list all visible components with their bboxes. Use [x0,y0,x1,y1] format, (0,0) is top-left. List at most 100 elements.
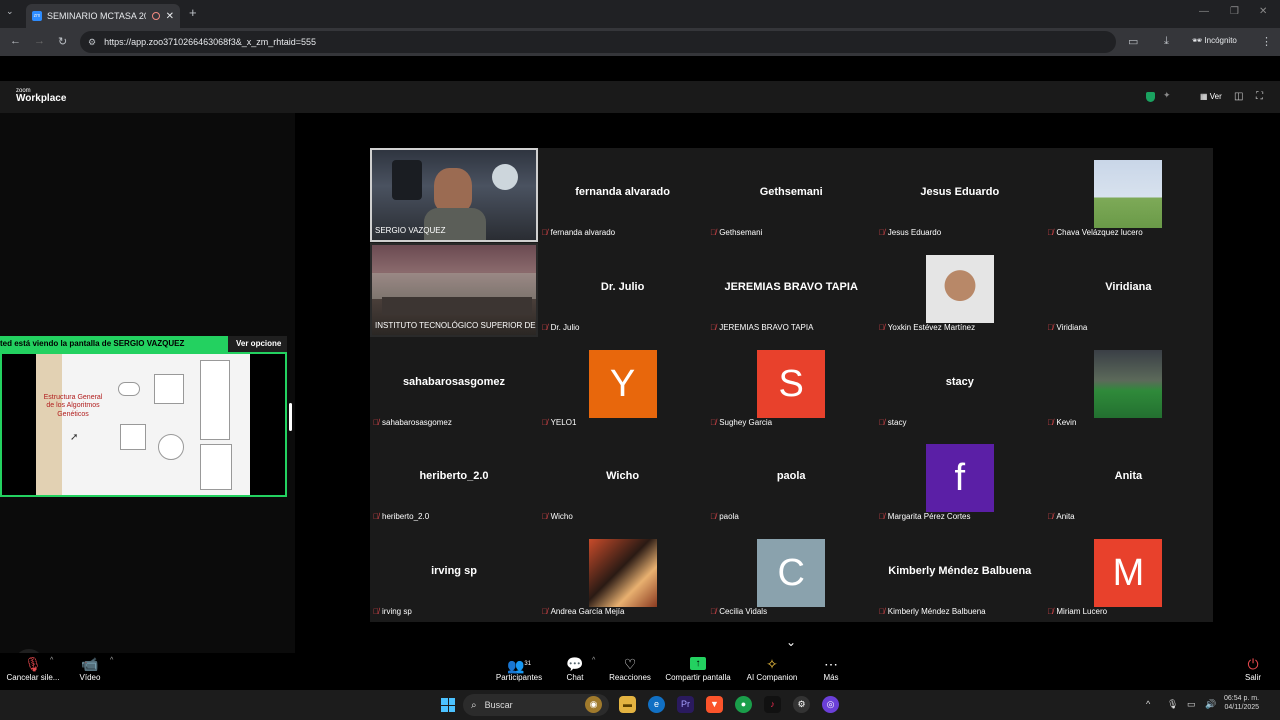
participant-tile[interactable]: paola 🎙̸ paola [707,432,875,526]
participant-tile[interactable]: Wicho 🎙̸ Wicho [539,432,707,526]
participant-tile[interactable]: 🎙̸ Yoxkin Estévez Martínez [876,243,1044,337]
incognito-badge[interactable]: 🕶 Incógnito [1192,36,1237,45]
tab-list-icon[interactable]: ⌄ [6,6,14,17]
close-tab-icon[interactable]: ✕ [166,11,174,22]
mic-muted-icon: 🎙̸ [541,322,548,332]
participant-name: Kevin [1056,417,1077,427]
site-info-icon[interactable]: ⚙ [88,37,96,48]
ai-companion-icon: ✧ [766,656,778,672]
participant-tile[interactable]: irving sp 🎙̸ irving sp [370,527,538,621]
chat-options-caret-icon[interactable]: ^ [592,657,595,664]
tiktok-icon[interactable]: ♪ [764,696,781,713]
windows-start-icon[interactable] [441,698,455,712]
view-options-button[interactable]: Ver opcione [228,336,287,352]
close-window-icon[interactable]: ✕ [1259,6,1267,17]
participant-display-name: Wicho [606,470,640,483]
file-explorer-icon[interactable]: ▬ [619,696,636,713]
reactions-button[interactable]: ♡ Reacciones [606,655,654,682]
pip-icon[interactable]: ◫ [1234,91,1243,102]
taskbar-clock[interactable]: 06:54 p. m. 04/11/2025 [1224,694,1259,713]
panel-resize-handle[interactable] [289,403,292,431]
participants-button[interactable]: 👥31 Participantes [494,655,544,682]
participant-name-label: 🎙̸ sahabarosasgomez [373,418,452,427]
widget-icon[interactable]: ◉ [585,696,602,713]
participant-name-label: 🎙̸ Chava Velázquez lucero [1047,228,1142,237]
app-icon[interactable]: ◎ [822,696,839,713]
participant-tile[interactable]: stacy 🎙̸ stacy [876,338,1044,432]
tray-volume-icon[interactable]: 🔊 [1205,699,1216,710]
leave-button[interactable]: ⏻ Salir [1240,655,1266,682]
encryption-shield-icon[interactable] [1146,92,1155,102]
video-button[interactable]: 📹 Vídeo [74,655,106,682]
pointer-cursor-icon: ➚ [70,432,79,443]
diagram-node [118,382,140,396]
tray-chevron-up-icon[interactable]: ^ [1146,699,1150,709]
ai-sparkle-icon[interactable]: ✦ [1163,90,1171,101]
diagram-node [158,434,184,460]
maximize-icon[interactable]: ❐ [1230,6,1239,17]
share-screen-button[interactable]: ↑ Compartir pantalla [662,655,734,682]
back-icon[interactable]: ← [10,35,21,47]
participant-tile[interactable]: Y 🎙̸ YELO1 [539,338,707,432]
tray-network-icon[interactable]: ▭ [1187,699,1196,710]
mic-muted-icon: 🎙̸ [541,607,548,617]
share-banner: ted está viendo la pantalla de SERGIO VA… [0,336,287,352]
mic-muted-icon: 🎙̸ [1047,607,1054,617]
more-button[interactable]: ⋯ Más [818,655,844,682]
participant-tile[interactable]: heriberto_2.0 🎙̸ heriberto_2.0 [370,432,538,526]
mic-muted-icon: 🎙̸ [1047,512,1054,522]
forward-icon[interactable]: → [34,35,45,47]
participant-tile[interactable]: M 🎙̸ Miriam Lucero [1044,527,1212,621]
chevron-down-icon[interactable]: ⌄ [786,635,796,649]
shared-screen-panel: ted está viendo la pantalla de SERGIO VA… [0,113,295,679]
participant-tile[interactable]: C 🎙̸ Cecilia Vidals [707,527,875,621]
participant-tile[interactable]: sahabarosasgomez 🎙̸ sahabarosasgomez [370,338,538,432]
participant-tile[interactable]: Jesus Eduardo 🎙̸ Jesus Eduardo [876,148,1044,242]
premiere-icon[interactable]: Pr [677,696,694,713]
participant-tile[interactable]: JEREMIAS BRAVO TAPIA 🎙̸ JEREMIAS BRAVO TAP… [707,243,875,337]
participant-name-label: INSTITUTO TECNOLÓGICO SUPERIOR DE A... [375,321,536,330]
reload-icon[interactable]: ↻ [58,35,67,48]
reading-mode-icon[interactable]: ▭ [1128,35,1138,48]
participant-tile[interactable]: fernanda alvarado 🎙̸ fernanda alvarado [539,148,707,242]
video-options-caret-icon[interactable]: ^ [110,657,113,664]
url-field[interactable]: ⚙ https://app.zoo3710266463068f3&_x_zm_r… [80,31,1116,53]
participant-tile[interactable]: f 🎙̸ Margarita Pérez Cortes [876,432,1044,526]
browser-menu-icon[interactable]: ⋮ [1261,35,1272,48]
participant-name-label: 🎙̸ heriberto_2.0 [373,512,429,521]
shared-screen-thumbnail[interactable]: Estructura General de los Algoritmos Gen… [0,352,287,497]
participant-tile[interactable]: S 🎙̸ Sughey Garcia [707,338,875,432]
participant-tile[interactable]: SERGIO VAZQUEZ [370,148,538,242]
chrome-icon[interactable]: ● [735,696,752,713]
participant-tile[interactable]: Kimberly Méndez Balbuena 🎙̸ Kimberly Ménde… [876,527,1044,621]
diagram-node [200,360,230,440]
mic-options-caret-icon[interactable]: ^ [50,657,53,664]
participant-tile[interactable]: Viridiana 🎙̸ Viridiana [1044,243,1212,337]
participant-tile[interactable]: 🎙̸ Kevin [1044,338,1212,432]
download-icon[interactable]: ⤓ [1164,35,1169,48]
participant-tile[interactable]: 🎙̸ Andrea García Mejía [539,527,707,621]
mic-muted-icon: 🎙̸ [373,512,379,522]
minimize-icon[interactable]: — [1199,6,1209,17]
ai-companion-button[interactable]: ✧ AI Companion [744,655,800,682]
brave-icon[interactable]: ▼ [706,696,723,713]
participant-tile[interactable]: Gethsemani 🎙̸ Gethsemani [707,148,875,242]
share-label: Compartir pantalla [665,673,731,682]
new-tab-button[interactable]: + [189,5,197,20]
mic-muted-icon: 🎙̸ [541,512,548,522]
participant-name-label: 🎙̸ Sughey Garcia [710,418,772,427]
participant-name: Viridiana [1056,322,1088,332]
fullscreen-icon[interactable]: ⛶ [1256,91,1263,102]
browser-tab[interactable]: zm SEMINARIO MCTASA 2025 ✕ [26,4,180,28]
edge-icon[interactable]: e [648,696,665,713]
participant-tile[interactable]: Dr. Julio 🎙̸ Dr. Julio [539,243,707,337]
tray-mic-icon[interactable]: 🎙 [1167,699,1178,710]
chat-button[interactable]: 💬 Chat [560,655,590,682]
view-button[interactable]: ▦ Ver [1200,92,1222,101]
participant-name: Chava Velázquez lucero [1056,228,1143,237]
participant-name-label: 🎙̸ Andrea García Mejía [542,607,625,616]
steam-icon[interactable]: ⚙ [793,696,810,713]
participant-tile[interactable]: 🎙̸ Chava Velázquez lucero [1044,148,1212,242]
participant-tile[interactable]: INSTITUTO TECNOLÓGICO SUPERIOR DE A... [370,242,538,337]
participant-tile[interactable]: Anita 🎙̸ Anita [1044,432,1212,526]
